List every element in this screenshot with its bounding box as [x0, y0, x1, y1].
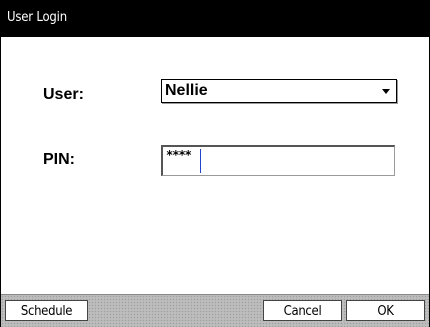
pin-masked-value: **** [166, 148, 192, 162]
title-bar: User Login [1, 1, 429, 37]
text-caret [200, 149, 201, 173]
user-select-value: Nellie [165, 82, 208, 99]
ok-button[interactable]: OK [346, 300, 425, 321]
pin-input[interactable]: **** [161, 145, 395, 176]
dialog-title: User Login [7, 10, 67, 25]
schedule-button[interactable]: Schedule [5, 300, 88, 321]
user-select[interactable]: Nellie [161, 79, 397, 103]
user-label: User: [43, 86, 84, 103]
button-bar: Schedule Cancel OK [1, 294, 429, 327]
user-login-dialog: User Login User: Nellie PIN: **** Schedu… [0, 0, 430, 327]
cancel-button[interactable]: Cancel [263, 300, 342, 321]
chevron-down-icon[interactable] [382, 89, 390, 94]
pin-label: PIN: [43, 151, 75, 168]
